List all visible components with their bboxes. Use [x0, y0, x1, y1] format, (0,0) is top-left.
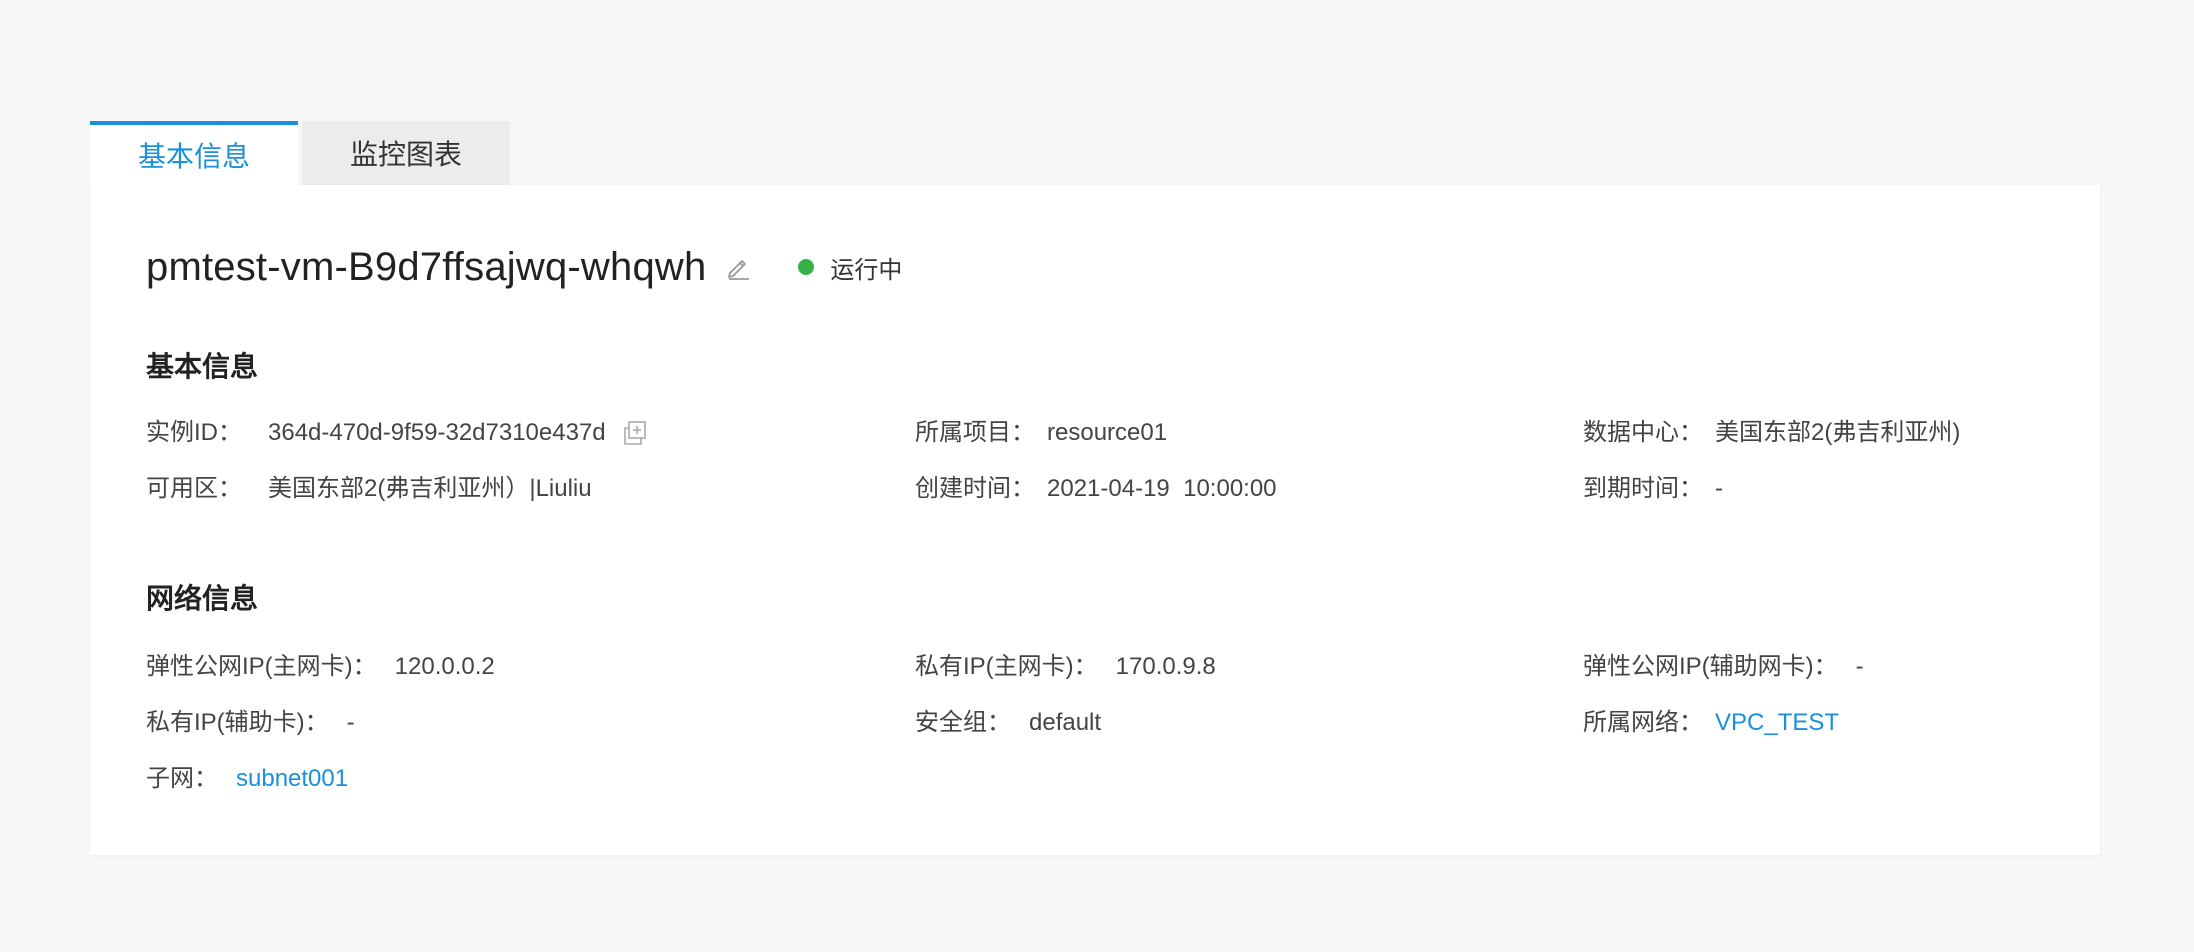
field-private-ip-primary: 私有IP(主网卡)： 170.0.9.8 — [915, 651, 1216, 683]
basic-info-title: 基本信息 — [146, 351, 259, 382]
eip-primary-value: 120.0.0.2 — [394, 653, 495, 680]
field-expire-time: 到期时间： - — [1583, 473, 1723, 505]
vpc-label: 所属网络： — [1583, 709, 1703, 736]
datacenter-label: 数据中心： — [1583, 419, 1703, 446]
instance-id-value: 364d-470d-9f59-32d7310e437d — [268, 419, 606, 446]
field-subnet: 子网： subnet001 — [146, 763, 348, 795]
status-badge: 运行中 — [798, 250, 902, 285]
network-info-title: 网络信息 — [146, 583, 259, 614]
status-text: 运行中 — [830, 256, 903, 284]
field-security-group: 安全组： default — [915, 707, 1101, 739]
instance-name: pmtest-vm-B9d7ffsajwq-whqwh — [146, 244, 707, 289]
tab-basic-info[interactable]: 基本信息 — [90, 121, 298, 185]
tab-bar: 基本信息 监控图表 — [90, 121, 510, 185]
private-ip-secondary-value: - — [346, 709, 355, 736]
zone-label: 可用区： — [146, 475, 242, 502]
instance-id-label: 实例ID： — [146, 419, 242, 446]
eip-secondary-label: 弹性公网IP(辅助网卡)： — [1583, 653, 1838, 680]
tab-monitoring-charts[interactable]: 监控图表 — [302, 121, 510, 185]
instance-header: pmtest-vm-B9d7ffsajwq-whqwh 运行中 — [146, 237, 902, 297]
field-vpc: 所属网络： VPC_TEST — [1583, 707, 1839, 739]
vpc-link[interactable]: VPC_TEST — [1715, 707, 1839, 739]
subnet-link[interactable]: subnet001 — [236, 763, 348, 795]
eip-primary-label: 弹性公网IP(主网卡)： — [146, 653, 377, 680]
security-group-value: default — [1029, 709, 1102, 736]
edit-icon[interactable] — [724, 253, 752, 281]
expire-time-value: - — [1715, 475, 1723, 502]
project-value: resource01 — [1047, 419, 1168, 446]
field-datacenter: 数据中心： 美国东部2(弗吉利亚州) — [1583, 417, 1960, 449]
project-label: 所属项目： — [915, 419, 1035, 446]
subnet-label: 子网： — [146, 765, 218, 792]
private-ip-primary-value: 170.0.9.8 — [1115, 653, 1216, 680]
copy-icon[interactable] — [622, 420, 648, 446]
expire-time-label: 到期时间： — [1583, 475, 1703, 502]
field-zone: 可用区： 美国东部2(弗吉利亚州）|Liuliu — [146, 473, 592, 505]
zone-value: 美国东部2(弗吉利亚州）|Liuliu — [268, 475, 592, 502]
detail-panel: pmtest-vm-B9d7ffsajwq-whqwh 运行中 基本信息 实例I… — [90, 185, 2100, 855]
field-project: 所属项目： resource01 — [915, 417, 1167, 449]
security-group-label: 安全组： — [915, 709, 1011, 736]
field-instance-id: 实例ID： 364d-470d-9f59-32d7310e437d — [146, 417, 648, 449]
datacenter-value: 美国东部2(弗吉利亚州) — [1715, 419, 1961, 446]
field-eip-secondary: 弹性公网IP(辅助网卡)： - — [1583, 651, 1864, 683]
created-time-value: 2021-04-19 10:00:00 — [1047, 475, 1277, 502]
status-dot-icon — [798, 259, 815, 275]
private-ip-primary-label: 私有IP(主网卡)： — [915, 653, 1098, 680]
field-eip-primary: 弹性公网IP(主网卡)： 120.0.0.2 — [146, 651, 495, 683]
private-ip-secondary-label: 私有IP(辅助卡)： — [146, 709, 329, 736]
field-private-ip-secondary: 私有IP(辅助卡)： - — [146, 707, 355, 739]
created-time-label: 创建时间： — [915, 475, 1035, 502]
eip-secondary-value: - — [1855, 653, 1864, 680]
field-created-time: 创建时间： 2021-04-19 10:00:00 — [915, 473, 1277, 505]
